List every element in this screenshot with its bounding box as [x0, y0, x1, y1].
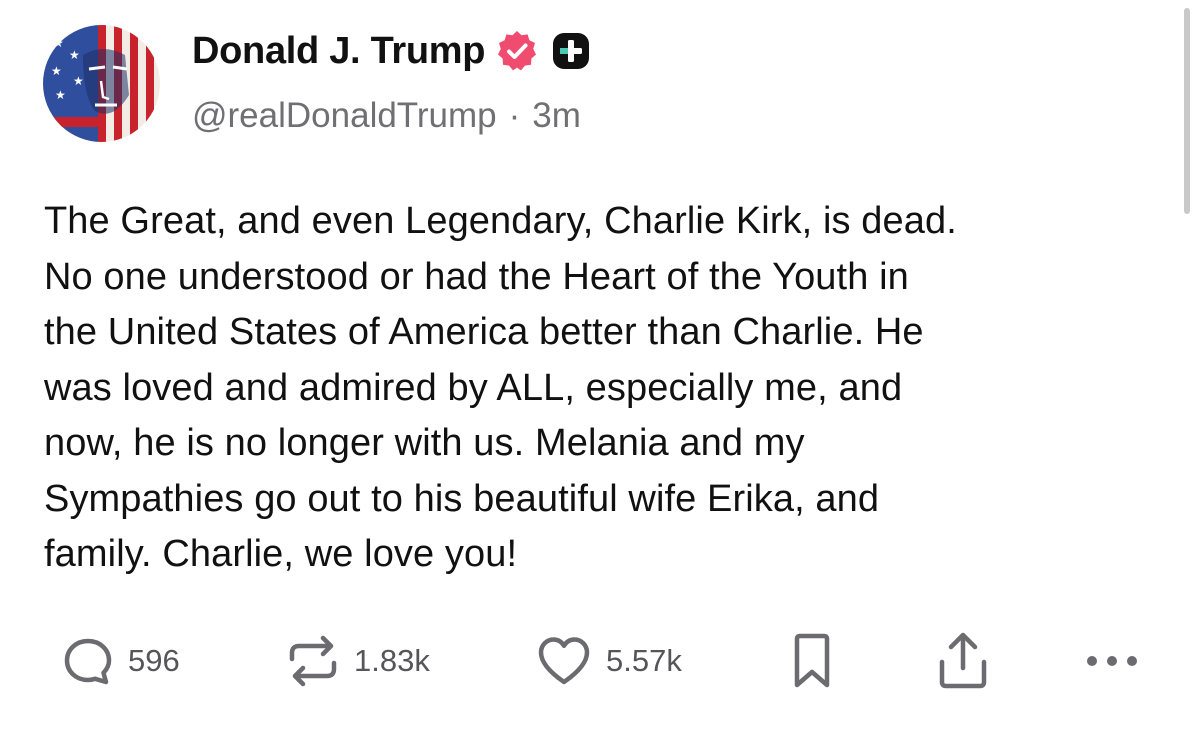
post-body-line: now, he is no longer with us. Melania an…: [44, 422, 805, 464]
svg-text:★: ★: [51, 64, 62, 78]
more-icon: [1087, 656, 1137, 666]
post-body-line: family. Charlie, we love you!: [44, 533, 518, 575]
svg-text:★: ★: [69, 48, 80, 62]
retruth-icon: [289, 635, 337, 687]
action-bar: 596 1.83k 5.57k: [0, 630, 1200, 692]
avatar-image: ★ ★ ★ ★ ★: [43, 25, 160, 142]
retruth-button[interactable]: 1.83k: [286, 630, 430, 692]
post-body-line: Sympathies go out to his beautiful wife …: [44, 477, 880, 520]
reply-count: 596: [128, 643, 180, 678]
author-handle[interactable]: @realDonaldTrump: [192, 96, 497, 136]
author-display-name[interactable]: Donald J. Trump: [192, 30, 486, 73]
like-icon: [538, 637, 590, 685]
share-icon: [939, 632, 987, 689]
author-name-row: Donald J. Trump: [192, 28, 591, 74]
avatar[interactable]: ★ ★ ★ ★ ★: [43, 25, 160, 142]
author-meta-row: @realDonaldTrump · 3m: [192, 96, 581, 136]
more-options-button[interactable]: [1084, 630, 1140, 692]
like-count: 5.57k: [606, 643, 682, 678]
post-body-line: No one understood or had the Heart of th…: [44, 255, 909, 298]
post-body: The Great, and even Legendary, Charlie K…: [44, 194, 1164, 583]
bookmark-button[interactable]: [790, 630, 834, 692]
svg-text:★: ★: [53, 36, 64, 50]
svg-text:★: ★: [73, 74, 84, 88]
scrollbar[interactable]: [1184, 8, 1190, 214]
post-body-line: The Great, and even Legendary, Charlie K…: [44, 200, 957, 242]
post-body-line: the United States of America better than…: [44, 311, 924, 353]
share-button[interactable]: [936, 630, 990, 692]
post-timestamp[interactable]: 3m: [532, 96, 581, 136]
like-button[interactable]: 5.57k: [536, 630, 682, 692]
svg-text:★: ★: [55, 88, 66, 102]
retruth-count: 1.83k: [354, 643, 430, 678]
bookmark-icon: [794, 633, 830, 688]
reply-icon: [64, 638, 112, 685]
truth-post: ★ ★ ★ ★ ★ Donald J. Trump @realDonaldTru…: [0, 0, 1200, 737]
verified-icon: [498, 31, 537, 71]
post-body-line: was loved and admired by ALL, especially…: [44, 366, 903, 409]
plus-badge-icon: [553, 33, 590, 69]
meta-separator: ·: [508, 96, 521, 135]
reply-button[interactable]: 596: [62, 630, 180, 692]
